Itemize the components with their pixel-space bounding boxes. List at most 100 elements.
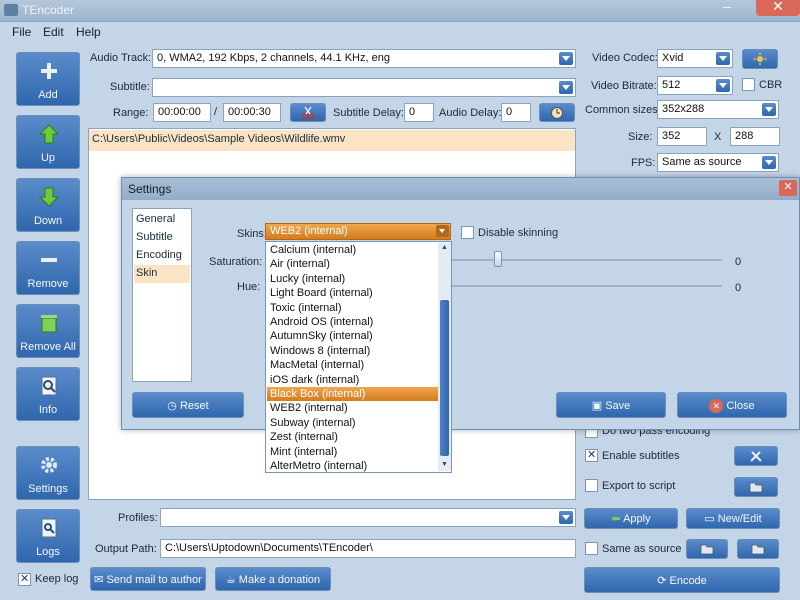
save-button[interactable]: ▣ Save <box>556 392 666 418</box>
output-path-input[interactable]: C:\Users\Uptodown\Documents\TEncoder\ <box>160 539 576 558</box>
saturation-slider-thumb[interactable] <box>494 251 502 267</box>
chevron-down-icon[interactable] <box>436 225 449 237</box>
hue-value: 0 <box>735 282 742 294</box>
minimize-button[interactable]: – <box>714 0 740 16</box>
chevron-down-icon[interactable] <box>716 52 730 65</box>
skins-dropdown-list[interactable]: ▲ ▼ Calcium (internal) Air (internal) Luck… <box>265 241 452 473</box>
size-x-label: X <box>714 131 722 143</box>
disable-skinning-checkbox[interactable] <box>461 226 474 239</box>
scroll-up-icon[interactable]: ▲ <box>441 244 448 251</box>
down-button[interactable]: Down <box>16 178 80 232</box>
skin-option[interactable]: iOS dark (internal) <box>267 373 438 387</box>
title-bar: TEncoder – ✕ <box>0 0 800 22</box>
chevron-down-icon[interactable] <box>559 511 573 524</box>
apply-button[interactable]: ⬅ Apply <box>584 508 678 529</box>
skin-option[interactable]: Toxic (internal) <box>267 301 438 315</box>
subtitle-delay-input[interactable]: 0 <box>404 103 434 122</box>
chevron-down-icon[interactable] <box>762 103 776 116</box>
saturation-label: Saturation: <box>209 256 263 268</box>
profiles-label: Profiles: <box>118 512 158 524</box>
reset-button[interactable]: ◷ Reset <box>132 392 244 418</box>
same-as-source-checkbox[interactable] <box>585 542 598 555</box>
saturation-slider[interactable] <box>442 259 722 261</box>
chevron-down-icon[interactable] <box>559 52 573 65</box>
menu-edit[interactable]: Edit <box>43 25 64 39</box>
menu-help[interactable]: Help <box>76 25 101 39</box>
scroll-down-icon[interactable]: ▼ <box>441 461 448 468</box>
close-button[interactable]: ✕ Close <box>677 392 787 418</box>
common-sizes-select[interactable]: 352x288 <box>657 100 779 119</box>
menu-file[interactable]: File <box>12 25 31 39</box>
logs-button[interactable]: Logs <box>16 509 80 563</box>
keep-log-checkbox[interactable] <box>18 572 31 586</box>
profiles-select[interactable] <box>160 508 576 527</box>
hue-slider[interactable] <box>442 285 722 287</box>
subtitle-settings-button[interactable] <box>734 446 778 466</box>
open-folder-button[interactable] <box>686 539 728 559</box>
export-script-checkbox[interactable] <box>585 479 598 492</box>
fps-label: FPS: <box>631 157 656 169</box>
encode-button[interactable]: ⟳ Encode <box>584 567 780 593</box>
skins-select[interactable]: WEB2 (internal) <box>265 223 451 240</box>
list-scrollbar-thumb[interactable] <box>440 300 449 456</box>
chevron-down-icon[interactable] <box>716 79 730 92</box>
clock-icon <box>551 107 563 119</box>
range-label: Range: <box>113 107 149 119</box>
skin-option[interactable]: Light Board (internal) <box>267 286 438 300</box>
skin-option[interactable]: Calcium (internal) <box>267 243 438 257</box>
skin-option[interactable]: Black Box (internal) <box>267 387 438 402</box>
size-label: Size: <box>628 131 653 143</box>
skin-option[interactable]: Air (internal) <box>267 257 438 271</box>
send-mail-button[interactable]: ✉ Send mail to author <box>90 567 206 591</box>
skin-option[interactable]: AutumnSky (internal) <box>267 329 438 343</box>
cut-button[interactable] <box>290 103 326 122</box>
donation-button[interactable]: ☕ Make a donation <box>215 567 331 591</box>
settings-nav-subtitle[interactable]: Subtitle <box>134 229 190 247</box>
arrow-down-icon <box>39 187 59 207</box>
browse-folder-button[interactable] <box>737 539 779 559</box>
same-as-source-label: Same as source <box>602 543 682 555</box>
settings-close-icon[interactable]: ✕ <box>779 180 797 196</box>
new-edit-button[interactable]: ▭ New/Edit <box>686 508 780 529</box>
range-end-input[interactable]: 00:00:30 <box>223 103 281 122</box>
settings-dialog-title: Settings <box>122 178 799 200</box>
skin-option[interactable]: Windows 8 (internal) <box>267 344 438 358</box>
remove-button[interactable]: Remove <box>16 241 80 295</box>
subtitle-select[interactable] <box>152 78 576 97</box>
add-button[interactable]: Add <box>16 52 80 106</box>
up-button[interactable]: Up <box>16 115 80 169</box>
hue-label: Hue: <box>237 281 261 293</box>
settings-nav-general[interactable]: General <box>134 211 190 229</box>
info-button[interactable]: Info <box>16 367 80 421</box>
remove-all-button[interactable]: Remove All <box>16 304 80 358</box>
width-input[interactable]: 352 <box>657 127 707 146</box>
window-close-button[interactable]: ✕ <box>756 0 800 16</box>
cbr-label: CBR <box>759 79 783 91</box>
skin-option[interactable]: AlterMetro (internal) <box>267 459 438 473</box>
skin-option[interactable]: MacMetal (internal) <box>267 358 438 372</box>
chevron-down-icon[interactable] <box>762 156 776 169</box>
audio-delay-input[interactable]: 0 <box>501 103 531 122</box>
settings-nav-skin[interactable]: Skin <box>134 265 190 283</box>
audio-track-select[interactable]: 0, WMA2, 192 Kbps, 2 channels, 44.1 KHz,… <box>152 49 576 68</box>
export-folder-button[interactable] <box>734 477 778 497</box>
skin-option[interactable]: Android OS (internal) <box>267 315 438 329</box>
skin-option[interactable]: Subway (internal) <box>267 416 438 430</box>
output-path-label: Output Path: <box>95 543 157 555</box>
skin-option[interactable]: WEB2 (internal) <box>267 401 438 415</box>
enable-subtitles-checkbox[interactable] <box>585 448 598 462</box>
codec-settings-button[interactable] <box>742 49 778 69</box>
fps-select[interactable]: Same as source <box>657 153 779 172</box>
settings-button[interactable]: Settings <box>16 446 80 500</box>
height-input[interactable]: 288 <box>730 127 780 146</box>
skin-option[interactable]: Lucky (internal) <box>267 272 438 286</box>
list-item[interactable]: C:\Users\Public\Videos\Sample Videos\Wil… <box>89 130 575 151</box>
sun-icon <box>753 52 767 66</box>
skin-option[interactable]: Zest (internal) <box>267 430 438 444</box>
range-start-input[interactable]: 00:00:00 <box>153 103 211 122</box>
skin-option[interactable]: Mint (internal) <box>267 445 438 459</box>
chevron-down-icon[interactable] <box>559 81 573 94</box>
time-button[interactable] <box>539 103 575 122</box>
cbr-checkbox[interactable] <box>742 78 755 91</box>
settings-nav-encoding[interactable]: Encoding <box>134 247 190 265</box>
